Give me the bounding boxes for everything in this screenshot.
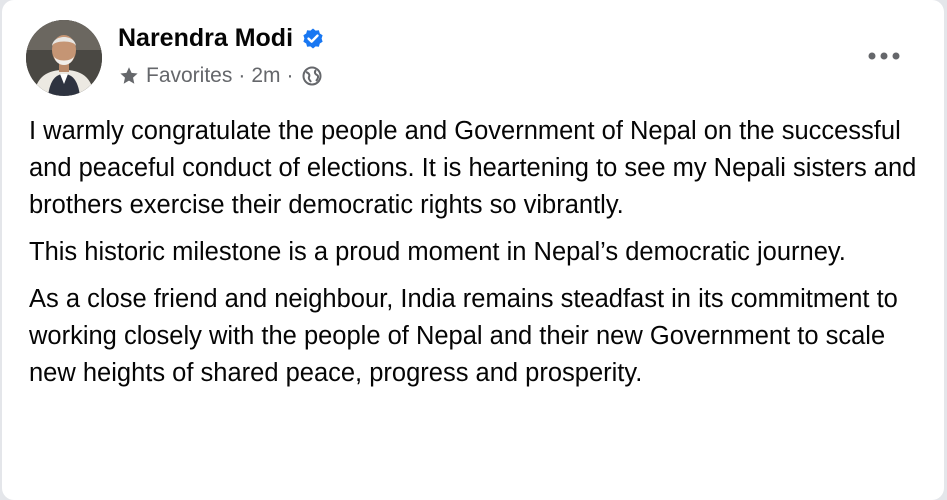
star-icon [120, 67, 138, 84]
globe-icon[interactable] [302, 66, 322, 86]
post-timestamp[interactable]: 2m [251, 64, 280, 88]
post-meta: Favorites · 2m · [118, 64, 322, 88]
post-card: Narendra Modi Favorites · 2m · I warmly … [2, 0, 944, 500]
post-paragraph: As a close friend and neighbour, India r… [29, 285, 898, 387]
more-options-icon [868, 52, 900, 60]
post-body: I warmly congratulate the people and Gov… [29, 113, 929, 402]
post-paragraph: This historic milestone is a proud momen… [29, 238, 846, 266]
author-name-row: Narendra Modi [118, 24, 325, 53]
avatar[interactable] [26, 20, 102, 96]
audience-label[interactable]: Favorites [146, 64, 232, 88]
more-options-button[interactable] [860, 40, 908, 72]
avatar-image [26, 20, 102, 96]
meta-separator: · [286, 64, 294, 87]
meta-separator: · [238, 64, 246, 87]
verified-badge-icon [303, 28, 323, 48]
author-name[interactable]: Narendra Modi [118, 24, 293, 53]
post-paragraph: I warmly congratulate the people and Gov… [29, 117, 917, 219]
